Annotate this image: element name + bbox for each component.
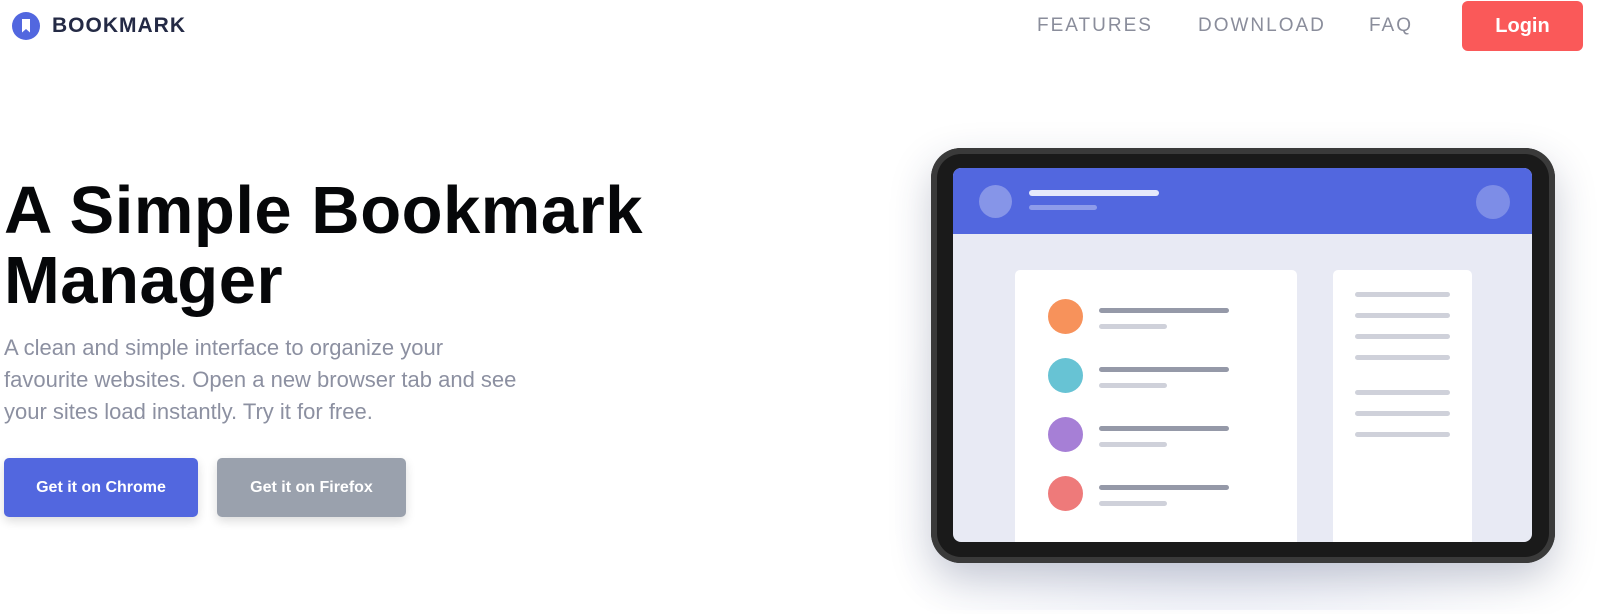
brand-logo[interactable]: BOOKMARK bbox=[12, 12, 186, 40]
list-item-dot bbox=[1048, 358, 1083, 393]
list-item-title-line bbox=[1099, 367, 1229, 372]
hero-subtitle: A clean and simple interface to organize… bbox=[4, 335, 517, 424]
bookmark-icon bbox=[12, 12, 40, 40]
sidebar-card bbox=[1333, 270, 1472, 542]
get-chrome-button[interactable]: Get it on Chrome bbox=[4, 458, 198, 517]
header-subtext-line bbox=[1029, 205, 1097, 210]
sidebar-line bbox=[1355, 292, 1450, 297]
list-item-dot bbox=[1048, 417, 1083, 452]
tablet-screen bbox=[953, 168, 1532, 542]
hero-title: A Simple Bookmark Manager bbox=[4, 173, 643, 318]
sidebar-line bbox=[1355, 411, 1450, 416]
list-item-subtitle-line bbox=[1099, 501, 1167, 506]
sidebar-line bbox=[1355, 313, 1450, 318]
list-item-subtitle-line bbox=[1099, 383, 1167, 388]
sidebar-line bbox=[1355, 334, 1450, 339]
sidebar-line bbox=[1355, 432, 1450, 437]
nav-faq[interactable]: FAQ bbox=[1369, 12, 1413, 40]
sidebar-line bbox=[1355, 355, 1450, 360]
list-item-dot bbox=[1048, 299, 1083, 334]
avatar bbox=[979, 185, 1012, 218]
list-item-dot bbox=[1048, 476, 1083, 511]
brand-name: BOOKMARK bbox=[52, 14, 186, 37]
list-item-subtitle-line bbox=[1099, 442, 1167, 447]
get-firefox-button[interactable]: Get it on Firefox bbox=[217, 458, 406, 517]
screen-header-bar bbox=[953, 168, 1532, 234]
list-item-title-line bbox=[1099, 308, 1229, 313]
nav-download[interactable]: DOWNLOAD bbox=[1198, 12, 1326, 40]
list-item-subtitle-line bbox=[1099, 324, 1167, 329]
header-text-line bbox=[1029, 190, 1159, 196]
login-button[interactable]: Login bbox=[1462, 1, 1583, 51]
list-item-title-line bbox=[1099, 426, 1229, 431]
list-item-title-line bbox=[1099, 485, 1229, 490]
menu-dot bbox=[1476, 185, 1510, 219]
sidebar-line bbox=[1355, 390, 1450, 395]
nav-features[interactable]: FEATURES bbox=[1037, 12, 1153, 40]
bookmark-list-card bbox=[1015, 270, 1297, 542]
